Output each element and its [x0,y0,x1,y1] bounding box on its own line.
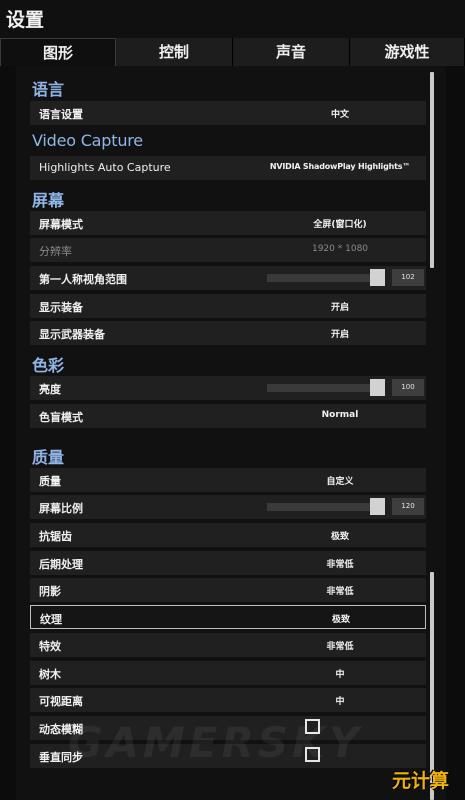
tab-controls[interactable]: 控制 [116,38,233,66]
row-highlights-auto-capture[interactable]: Highlights Auto Capture NVIDIA ShadowPla… [30,156,426,180]
row-brightness[interactable]: 亮度 100 [30,376,426,400]
row-shadows[interactable]: 阴影 非常低 [30,578,426,602]
row-quality[interactable]: 质量 自定义 [30,468,426,492]
site-logo: 元计算 [392,770,450,792]
row-effects[interactable]: 特效 非常低 [30,633,426,657]
show-weapon-equipment-label: 显示武器装备 [39,328,105,341]
foliage-value[interactable]: 中 [260,667,420,680]
section-language: 语言 [32,80,65,99]
row-post-processing[interactable]: 后期处理 非常低 [30,551,426,575]
show-equipment-value[interactable]: 开启 [260,300,420,313]
fov-slider-track[interactable] [267,274,385,282]
screen-scale-value-box[interactable]: 120 [392,498,424,515]
section-quality: 质量 [32,448,65,467]
brightness-label: 亮度 [39,383,61,396]
tab-bar: 图形 控制 声音 游戏性 [0,38,465,66]
title-bar: 设置 [0,0,465,38]
resolution-value: 1920 * 1080 [311,244,369,254]
screen-mode-label: 屏幕模式 [39,218,83,231]
brightness-slider-track[interactable] [267,384,385,392]
show-weapon-equipment-value[interactable]: 开启 [260,327,420,340]
tab-gameplay[interactable]: 游戏性 [350,38,465,66]
show-equipment-label: 显示装备 [39,301,83,314]
tab-sound[interactable]: 声音 [233,38,350,66]
row-resolution: 分辨率 1920 * 1080 [30,238,426,262]
highlights-label: Highlights Auto Capture [39,161,171,174]
row-colorblind-mode[interactable]: 色盲模式 Normal [30,404,426,428]
post-processing-value[interactable]: 非常低 [260,557,420,570]
row-language-setting[interactable]: 语言设置 中文 [30,101,426,125]
row-show-equipment[interactable]: 显示装备 开启 [30,294,426,318]
brightness-value-box[interactable]: 100 [392,379,424,396]
highlights-value[interactable]: NVIDIA ShadowPlay Highlights™ [260,162,420,171]
effects-label: 特效 [39,640,61,653]
colorblind-value[interactable]: Normal [260,410,420,420]
foliage-label: 树木 [39,668,61,681]
row-view-distance[interactable]: 可视距离 中 [30,688,426,712]
fov-value-box[interactable]: 102 [392,269,424,286]
screen-scale-slider-handle[interactable] [370,498,385,515]
row-foliage[interactable]: 树木 中 [30,661,426,685]
row-textures[interactable]: 纹理 极致 [30,605,426,629]
row-screen-scale[interactable]: 屏幕比例 120 [30,495,426,519]
quality-label: 质量 [39,475,61,488]
view-distance-label: 可视距离 [39,695,83,708]
section-video-capture: Video Capture [32,131,143,150]
fov-label: 第一人称视角范围 [39,273,127,286]
quality-value[interactable]: 自定义 [260,474,420,487]
colorblind-label: 色盲模式 [39,411,83,424]
textures-value[interactable]: 极致 [261,612,421,625]
row-fov[interactable]: 第一人称视角范围 102 [30,266,426,290]
row-show-weapon-equipment[interactable]: 显示武器装备 开启 [30,321,426,345]
shadows-value[interactable]: 非常低 [260,584,420,597]
language-setting-label: 语言设置 [39,108,83,121]
language-setting-value[interactable]: 中文 [260,107,420,120]
window-title: 设置 [6,9,45,31]
screen-scale-slider-track[interactable] [267,503,385,511]
textures-label: 纹理 [40,613,62,626]
fov-slider-handle[interactable] [370,269,385,286]
post-processing-label: 后期处理 [39,558,83,571]
row-screen-mode[interactable]: 屏幕模式 全屏(窗口化) [30,211,426,235]
tab-graphics[interactable]: 图形 [0,38,116,66]
scrollbar-thumb[interactable] [430,72,434,268]
shadows-label: 阴影 [39,585,61,598]
antialiasing-value[interactable]: 极致 [260,529,420,542]
row-antialiasing[interactable]: 抗锯齿 极致 [30,523,426,547]
effects-value[interactable]: 非常低 [260,639,420,652]
antialiasing-label: 抗锯齿 [39,530,72,543]
screen-mode-value[interactable]: 全屏(窗口化) [260,217,420,230]
section-screen: 屏幕 [32,191,65,210]
brightness-slider-handle[interactable] [370,379,385,396]
watermark: GAMERSKY [68,718,364,767]
section-color: 色彩 [32,356,65,375]
resolution-label: 分辨率 [39,245,72,258]
view-distance-value[interactable]: 中 [260,694,420,707]
screen-scale-label: 屏幕比例 [39,502,83,515]
